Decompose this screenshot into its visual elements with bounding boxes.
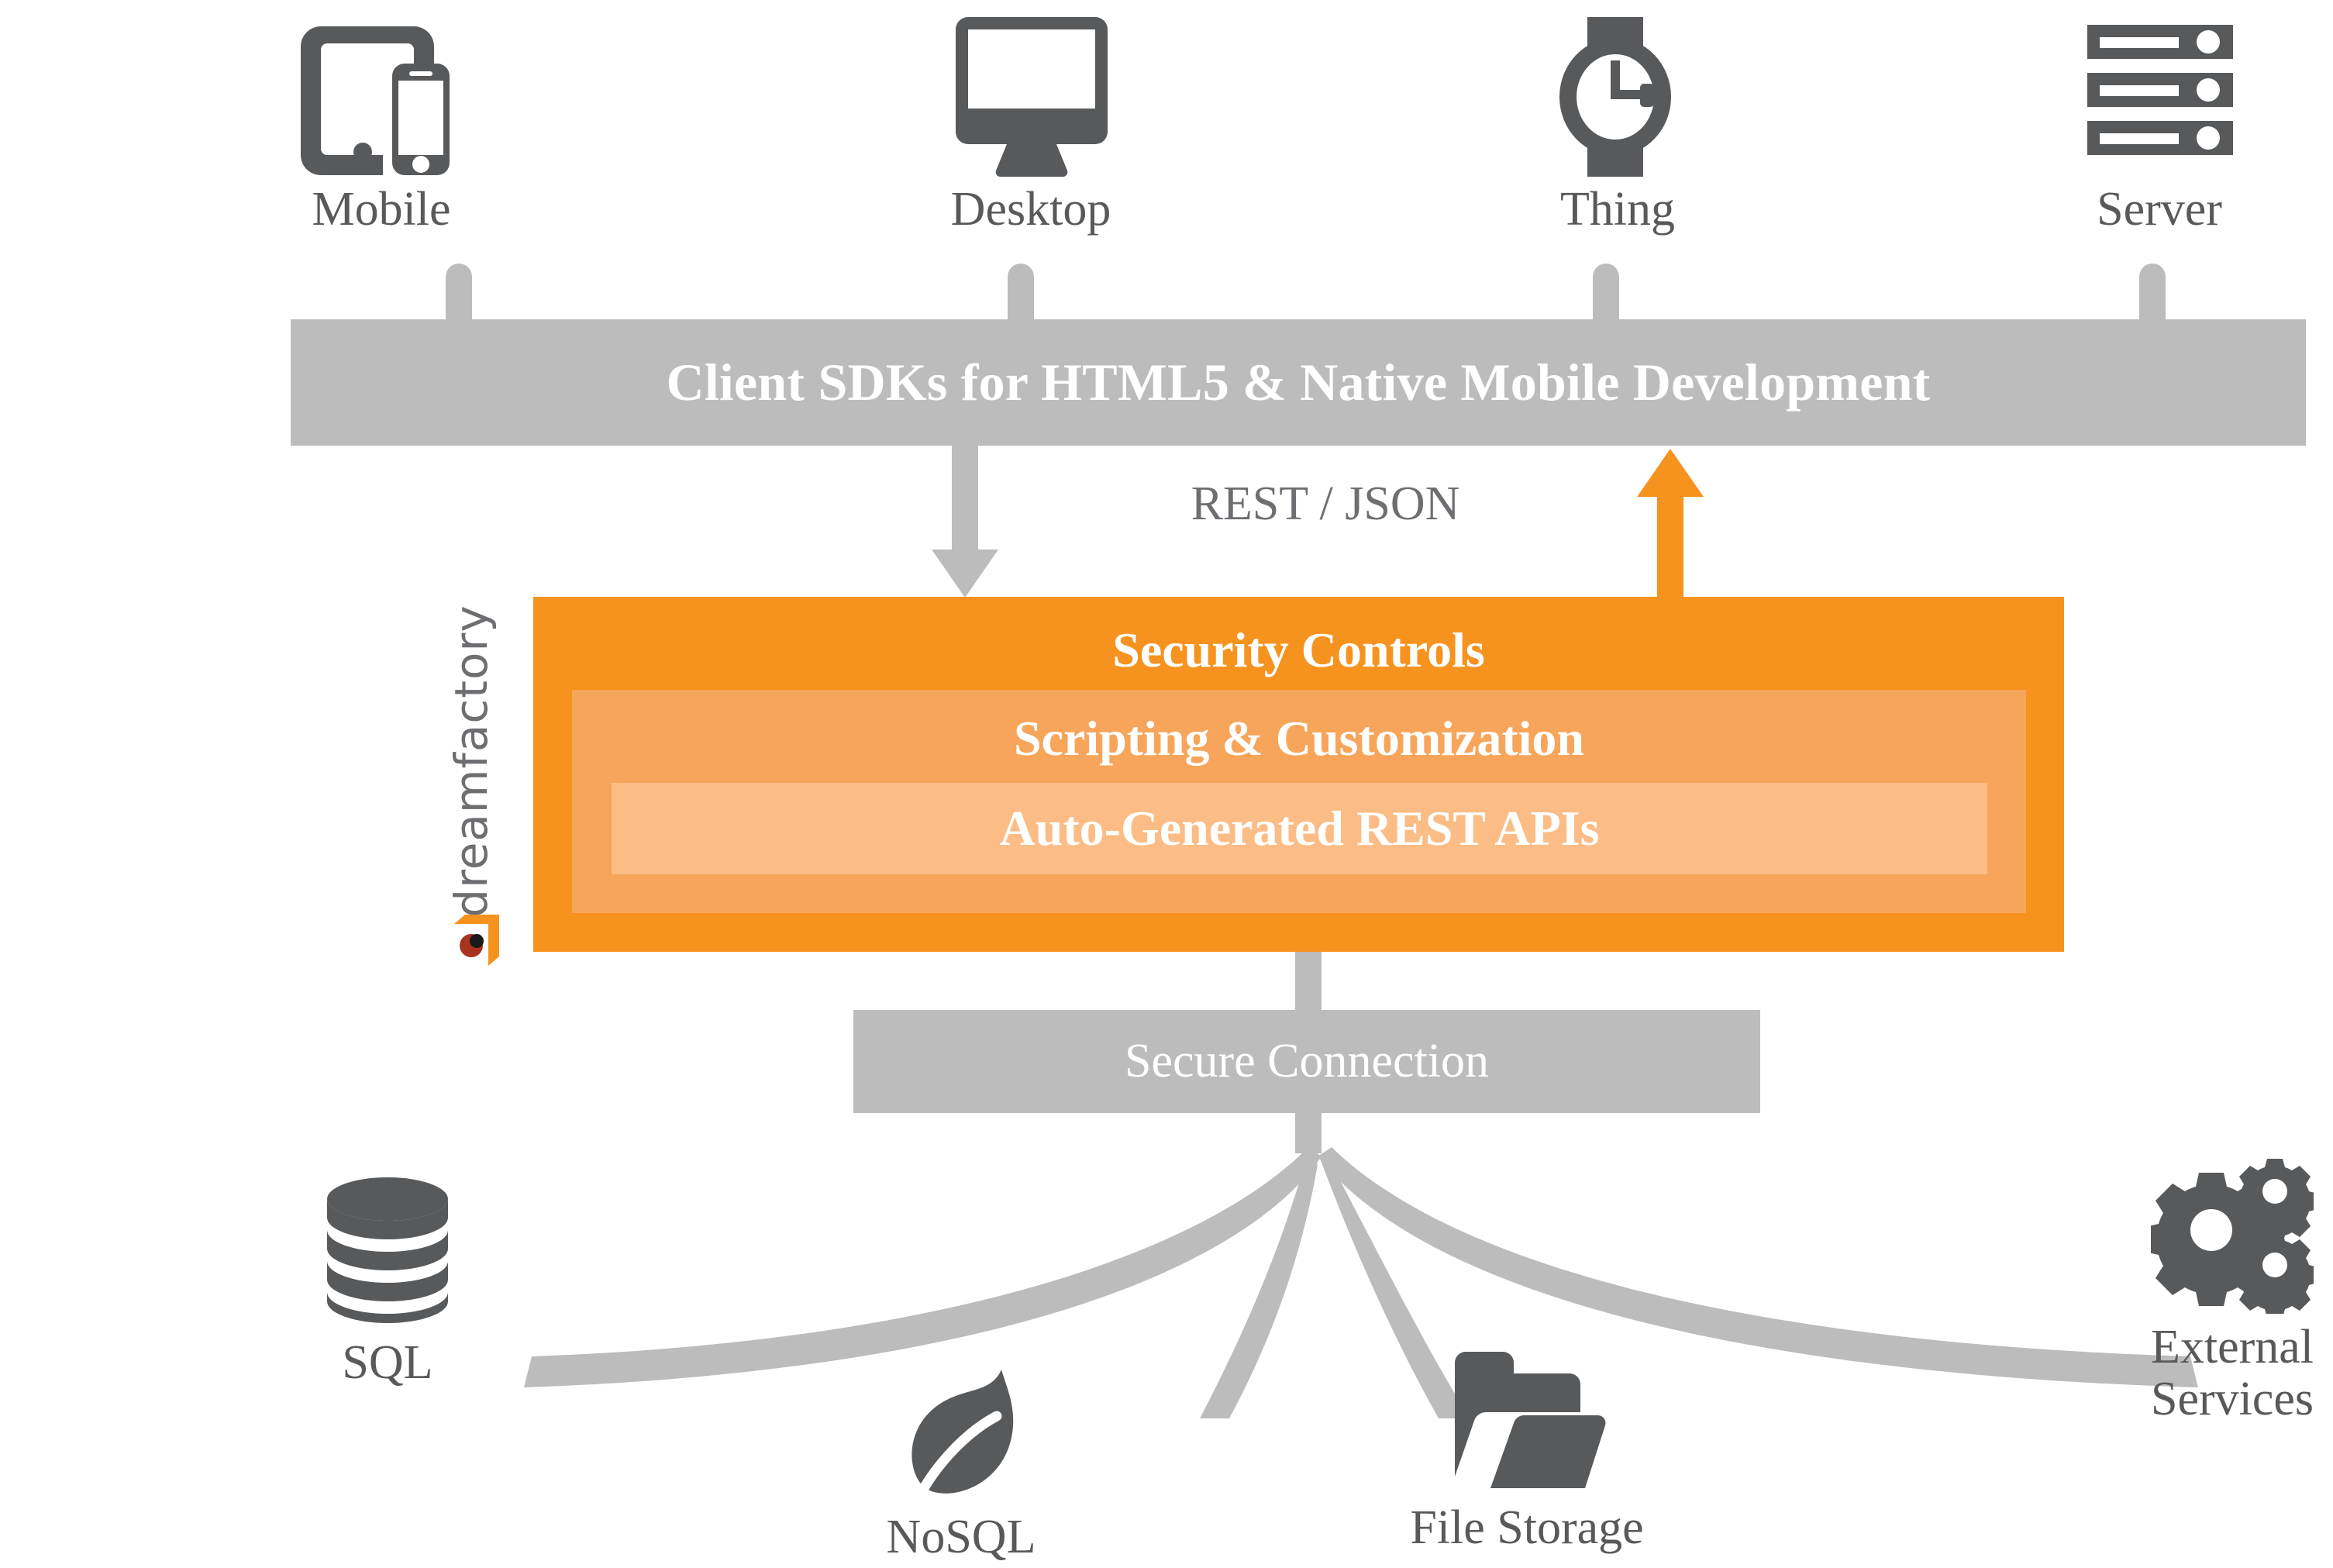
platform-layer-scripting-label: Scripting & Customization	[1014, 711, 1584, 766]
client-node-mobile[interactable]: Mobile	[265, 0, 498, 235]
source-label-nosql-line1: NoSQL	[886, 1511, 1036, 1563]
source-node-file-storage[interactable]: File Storage	[1399, 1332, 1655, 1554]
server-rack-icon	[2043, 0, 2276, 178]
dreamfactory-platform[interactable]: Security Controls Scripting & Customizat…	[533, 597, 2064, 952]
dreamfactory-wordmark: dreamfactory	[445, 605, 498, 918]
leaf-icon	[833, 1341, 1089, 1504]
source-label-nosql: NoSQL	[833, 1511, 1089, 1563]
data-source-connectors	[465, 1108, 2263, 1418]
source-label-external-services-line2: Services	[2150, 1372, 2314, 1425]
database-cylinder-icon	[260, 1167, 515, 1329]
source-node-sql[interactable]: SQL	[260, 1167, 515, 1389]
gears-icon	[2104, 1151, 2333, 1314]
client-node-server[interactable]: Server	[2043, 0, 2276, 235]
connector-stem-mobile	[446, 264, 472, 326]
architecture-diagram: Mobile Desktop Thing Server Client SDKs …	[0, 0, 2333, 1568]
platform-layer-rest-apis[interactable]: Auto-Generated REST APIs	[612, 783, 1987, 874]
client-label-thing: Thing	[1559, 183, 1676, 236]
smartwatch-icon	[1501, 0, 1734, 178]
protocol-label: REST / JSON	[1191, 477, 1460, 530]
connector-stem-server	[2139, 264, 2166, 326]
mobile-devices-icon	[265, 0, 498, 178]
secure-connection-label: Secure Connection	[1124, 1035, 1490, 1087]
source-node-nosql[interactable]: NoSQL	[833, 1341, 1089, 1563]
client-sdk-bar: Client SDKs for HTML5 & Native Mobile De…	[291, 319, 2306, 446]
source-label-external-services-line1: External	[2150, 1321, 2314, 1373]
source-label-external-services: External Services	[2104, 1322, 2333, 1425]
client-label-mobile: Mobile	[312, 183, 451, 236]
source-label-sql-line1: SQL	[342, 1336, 433, 1389]
connector-stem-desktop	[1008, 264, 1034, 326]
dreamfactory-brand: dreamfactory	[445, 588, 508, 967]
response-arrow-up-icon	[1628, 446, 1713, 605]
client-label-server: Server	[2097, 183, 2222, 236]
client-node-desktop[interactable]: Desktop	[915, 0, 1147, 235]
platform-layer-security-label: Security Controls	[1112, 622, 1485, 677]
source-node-external-services[interactable]: External Services	[2104, 1151, 2333, 1425]
desktop-monitor-icon	[915, 0, 1147, 178]
platform-layer-rest-apis-label: Auto-Generated REST APIs	[999, 801, 1600, 856]
client-node-thing[interactable]: Thing	[1501, 0, 1734, 235]
source-label-file-storage-line1: File Storage	[1410, 1501, 1644, 1554]
connector-stem-thing	[1593, 264, 1619, 326]
secure-connection-bar: Secure Connection	[853, 1010, 1760, 1113]
request-arrow-down-icon	[922, 446, 1008, 605]
folder-open-icon	[1399, 1332, 1655, 1494]
client-sdk-bar-label: Client SDKs for HTML5 & Native Mobile De…	[666, 353, 1931, 412]
source-label-sql: SQL	[260, 1337, 515, 1389]
client-label-desktop: Desktop	[950, 183, 1111, 236]
source-label-file-storage: File Storage	[1399, 1502, 1655, 1554]
dreamfactory-cube-logo-icon	[451, 913, 502, 967]
secure-connection-stem	[1295, 952, 1322, 1014]
platform-layer-scripting[interactable]: Scripting & Customization Auto-Generated…	[572, 690, 2026, 913]
